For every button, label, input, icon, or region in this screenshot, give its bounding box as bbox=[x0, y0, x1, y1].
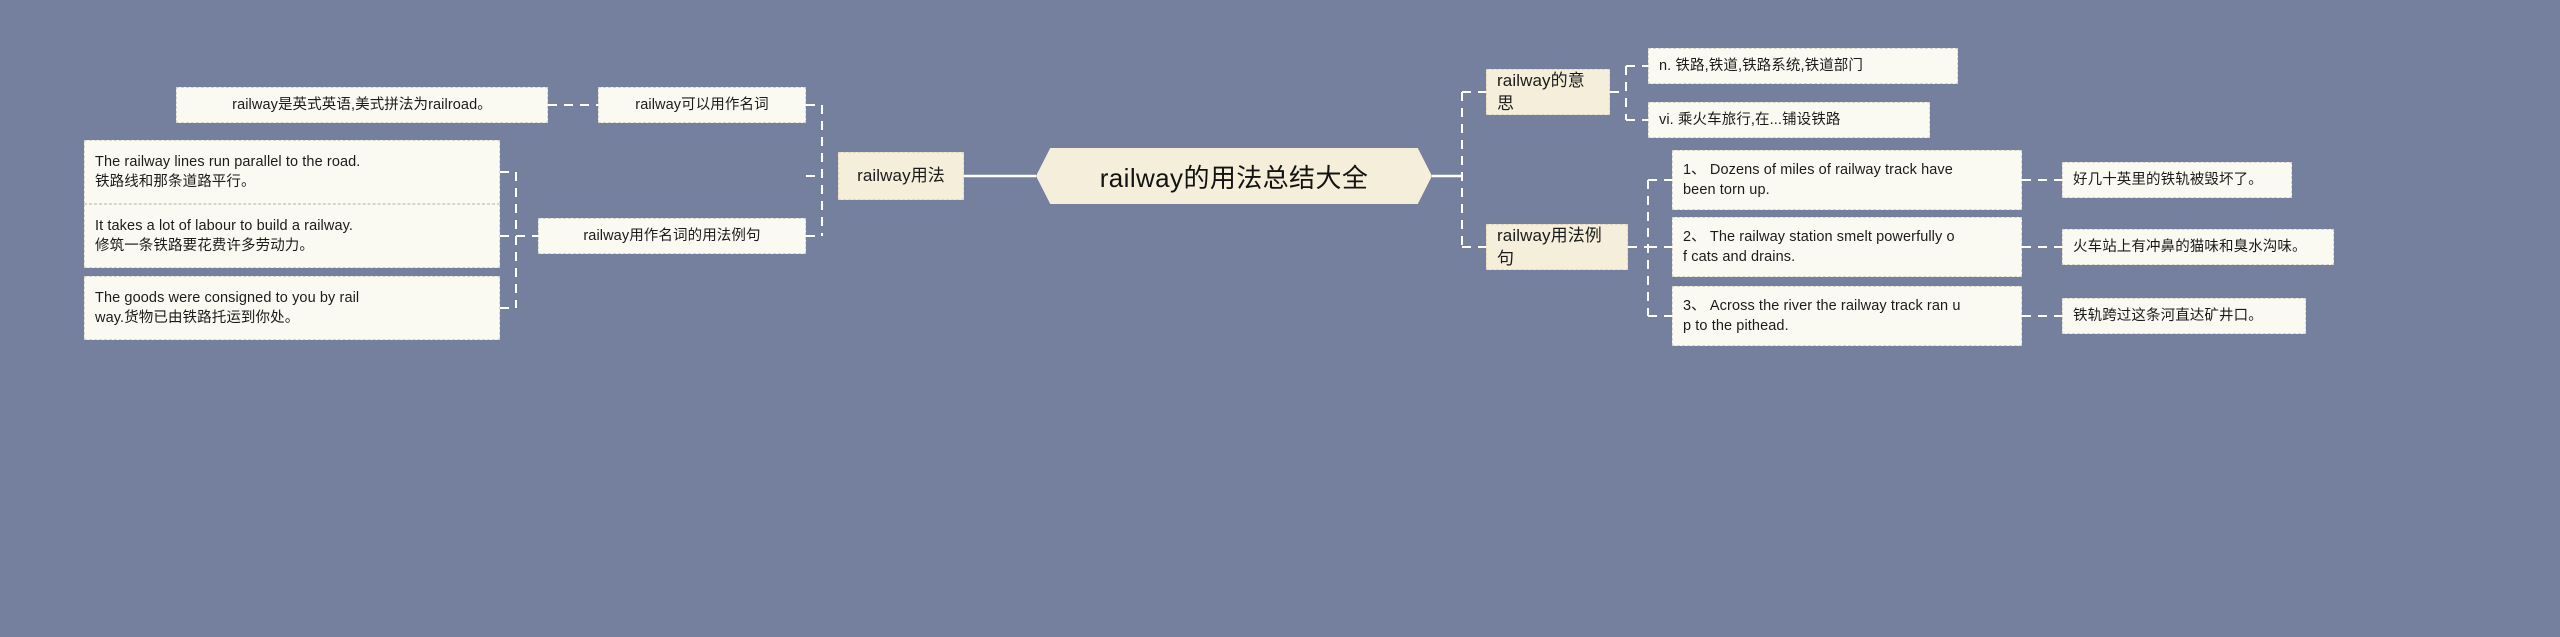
leaf-example-labour-build-label: It takes a lot of labour to build a rail… bbox=[95, 218, 354, 254]
translation-2[interactable]: 火车站上有冲鼻的猫味和臭水沟味。 bbox=[2062, 229, 2334, 265]
meaning-verb-label: vi. 乘火车旅行,在...铺设铁路 bbox=[1659, 112, 1841, 128]
example-sentence-3-label: 3、 Across the river the railway track ra… bbox=[1683, 298, 1961, 334]
subnode-railway-as-noun-label: railway可以用作名词 bbox=[635, 97, 769, 113]
example-sentence-3[interactable]: 3、 Across the river the railway track ra… bbox=[1672, 286, 2022, 346]
leaf-british-vs-american-label: railway是英式英语,美式拼法为railroad。 bbox=[232, 97, 492, 113]
center-node[interactable]: railway的用法总结大全 bbox=[1036, 148, 1432, 204]
translation-3-label: 铁轨跨过这条河直达矿井口。 bbox=[2073, 308, 2263, 324]
branch-railway-examples-label: railway用法例句 bbox=[1497, 225, 1602, 268]
branch-railway-meaning-label: railway的意思 bbox=[1497, 70, 1585, 113]
mindmap-canvas: railway的用法总结大全 railway用法 railway可以用作名词 r… bbox=[0, 0, 2560, 637]
example-sentence-2[interactable]: 2、 The railway station smelt powerfully … bbox=[1672, 217, 2022, 277]
leaf-example-goods-consigned-label: The goods were consigned to you by rail … bbox=[95, 290, 360, 326]
meaning-verb[interactable]: vi. 乘火车旅行,在...铺设铁路 bbox=[1648, 102, 1930, 138]
subnode-railway-as-noun[interactable]: railway可以用作名词 bbox=[598, 87, 806, 123]
translation-1-label: 好几十英里的铁轨被毁坏了。 bbox=[2073, 172, 2263, 188]
meaning-noun-label: n. 铁路,铁道,铁路系统,铁道部门 bbox=[1659, 58, 1864, 74]
example-sentence-2-label: 2、 The railway station smelt powerfully … bbox=[1683, 229, 1955, 265]
leaf-example-parallel-road-label: The railway lines run parallel to the ro… bbox=[95, 154, 361, 190]
branch-railway-examples[interactable]: railway用法例句 bbox=[1486, 224, 1628, 270]
translation-2-label: 火车站上有冲鼻的猫味和臭水沟味。 bbox=[2073, 239, 2307, 255]
meaning-noun[interactable]: n. 铁路,铁道,铁路系统,铁道部门 bbox=[1648, 48, 1958, 84]
leaf-british-vs-american[interactable]: railway是英式英语,美式拼法为railroad。 bbox=[176, 87, 548, 123]
leaf-example-labour-build[interactable]: It takes a lot of labour to build a rail… bbox=[84, 204, 500, 268]
subnode-noun-usage-examples[interactable]: railway用作名词的用法例句 bbox=[538, 218, 806, 254]
leaf-example-parallel-road[interactable]: The railway lines run parallel to the ro… bbox=[84, 140, 500, 204]
subnode-noun-usage-examples-label: railway用作名词的用法例句 bbox=[583, 228, 761, 244]
translation-3[interactable]: 铁轨跨过这条河直达矿井口。 bbox=[2062, 298, 2306, 334]
branch-railway-usage[interactable]: railway用法 bbox=[838, 152, 964, 200]
center-node-label: railway的用法总结大全 bbox=[1099, 162, 1369, 193]
leaf-example-goods-consigned[interactable]: The goods were consigned to you by rail … bbox=[84, 276, 500, 340]
branch-railway-meaning[interactable]: railway的意思 bbox=[1486, 69, 1610, 115]
branch-railway-usage-label: railway用法 bbox=[857, 166, 945, 186]
example-sentence-1[interactable]: 1、 Dozens of miles of railway track have… bbox=[1672, 150, 2022, 210]
example-sentence-1-label: 1、 Dozens of miles of railway track have… bbox=[1683, 162, 1953, 198]
translation-1[interactable]: 好几十英里的铁轨被毁坏了。 bbox=[2062, 162, 2292, 198]
